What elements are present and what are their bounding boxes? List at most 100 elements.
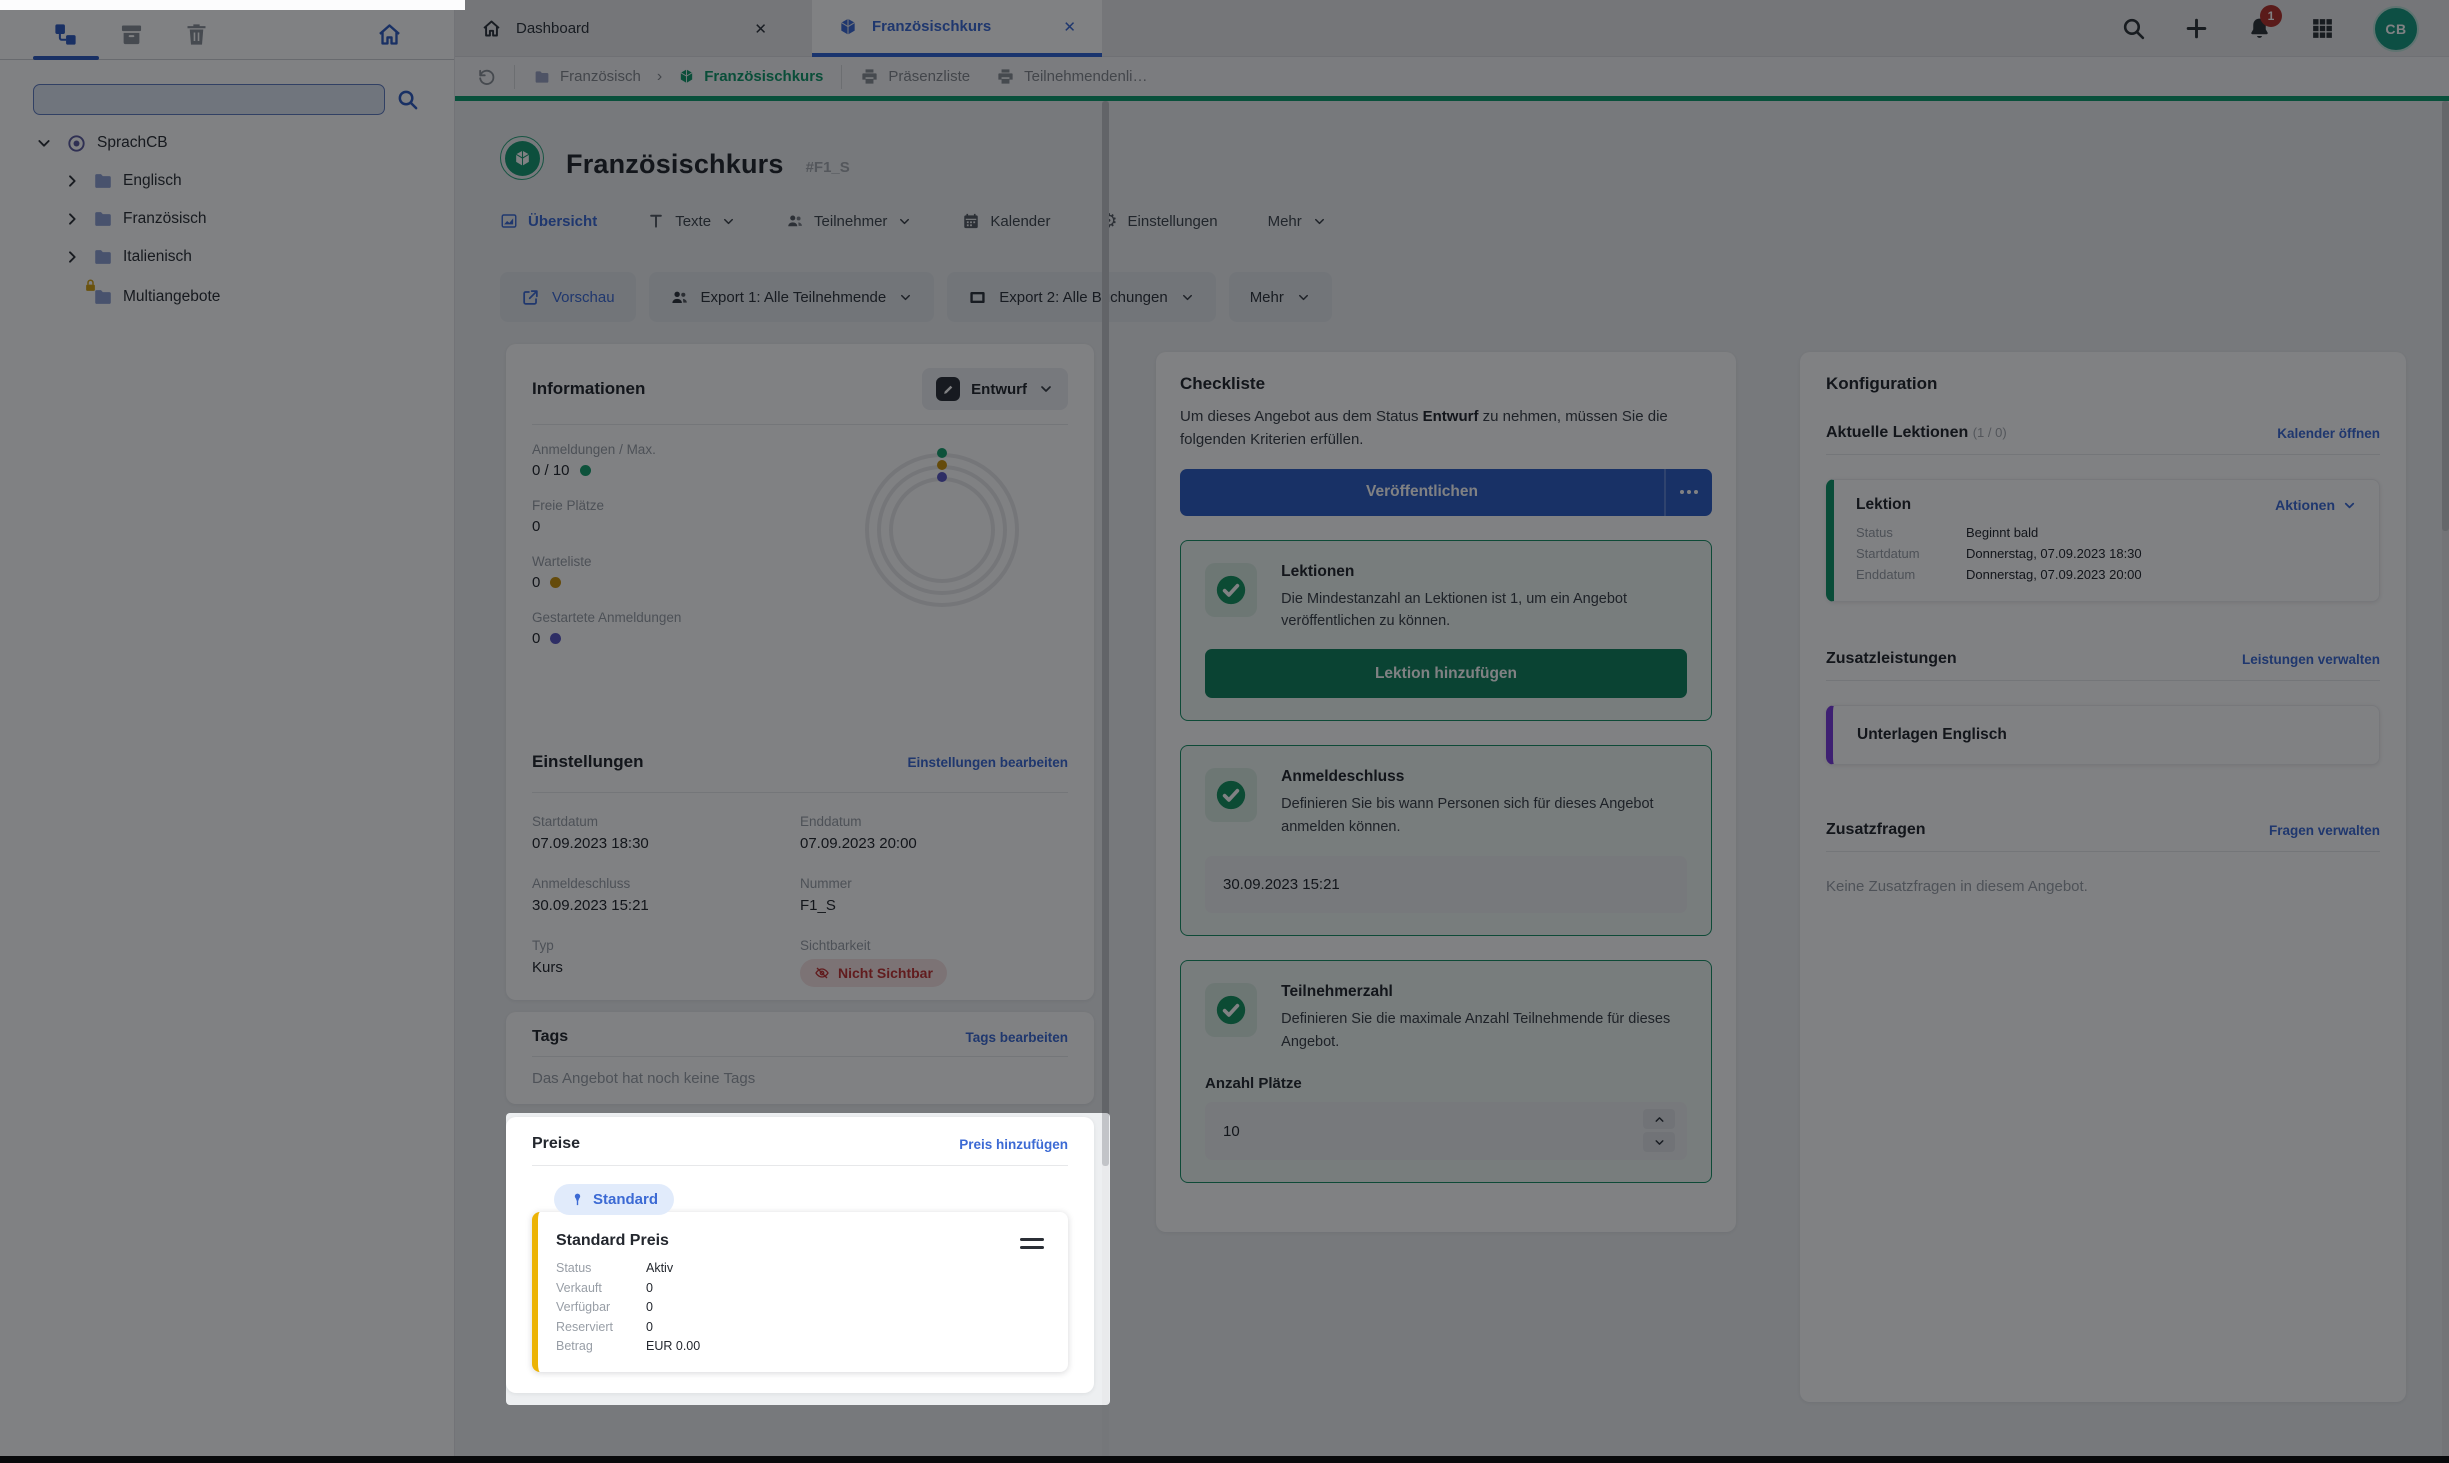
vorschau-button[interactable]: Vorschau	[500, 272, 636, 322]
card-icon	[968, 288, 987, 307]
print-praesenzliste[interactable]: Präsenzliste	[860, 67, 970, 86]
panel-title: Preise	[532, 1135, 581, 1152]
checklist-card-teilnehmerzahl: Teilnehmerzahl Definieren Sie die maxima…	[1180, 960, 1712, 1184]
accent-bar	[455, 96, 2449, 101]
tab-mehr[interactable]: Mehr	[1268, 213, 1327, 230]
offer-stats: Anmeldungen / Max. 0 / 10 Freie Plätze 0…	[532, 442, 681, 647]
breadcrumb-folder[interactable]: Französisch	[533, 68, 641, 86]
export2-button[interactable]: Export 2: Alle Buchungen	[947, 272, 1216, 322]
chevron-down-icon	[1180, 290, 1195, 305]
window-scrollbar-thumb[interactable]	[2442, 101, 2449, 531]
tab-teilnehmer[interactable]: Teilnehmer	[786, 212, 912, 230]
chevron-down-icon	[897, 214, 912, 229]
stat-value: 0	[532, 574, 541, 591]
donut-dot-green	[937, 448, 947, 458]
row-label: Status	[556, 1261, 592, 1275]
breadcrumb-current[interactable]: Französischkurs	[678, 68, 823, 85]
tree-item-label: Französisch	[123, 210, 207, 227]
home-icon	[481, 18, 502, 39]
status-dropdown[interactable]: Entwurf	[922, 368, 1068, 410]
amber-dot	[550, 577, 562, 588]
informationen-panel: Informationen Entwurf Anmeldungen / Max.…	[506, 344, 1094, 1000]
card-title: Teilnehmerzahl	[1281, 983, 1393, 1001]
close-icon[interactable]: ✕	[754, 20, 767, 38]
drag-handle-icon[interactable]	[1020, 1238, 1044, 1254]
search-icon[interactable]	[396, 88, 419, 111]
tree-view-icon[interactable]	[52, 21, 79, 48]
leistungen-verwalten-link[interactable]: Leistungen verwalten	[2242, 652, 2380, 667]
tree-item-multiangebote[interactable]: Multiangebote	[0, 276, 454, 318]
breadcrumb-folder-label: Französisch	[560, 68, 641, 85]
fragen-verwalten-link[interactable]: Fragen verwalten	[2269, 823, 2380, 838]
veroeffentlichen-button[interactable]: Veröffentlichen	[1180, 468, 1664, 516]
column-scrollbar-thumb[interactable]	[1102, 101, 1109, 1166]
breadcrumb-separator	[514, 64, 515, 89]
row-label: Verfügbar	[556, 1300, 611, 1314]
tags-bearbeiten-link[interactable]: Tags bearbeiten	[965, 1030, 1068, 1045]
history-back-icon[interactable]	[476, 67, 496, 87]
close-icon[interactable]: ✕	[1063, 18, 1076, 36]
veroeffentlichen-split-button[interactable]: Veröffentlichen	[1180, 468, 1712, 516]
trash-icon[interactable]	[183, 21, 210, 48]
export1-button[interactable]: Export 1: Alle Teilnehmende	[648, 272, 935, 322]
field-value: F1_S	[800, 897, 836, 914]
avatar[interactable]: CB	[2373, 5, 2419, 52]
sidebar-search-input[interactable]	[33, 84, 385, 115]
tab-dashboard[interactable]: Dashboard ✕	[455, 0, 793, 57]
zusatzfragen-empty-text: Keine Zusatzfragen in diesem Angebot.	[1826, 878, 2088, 895]
stat-freie-plaetze: Freie Plätze 0	[532, 498, 681, 535]
row-value: 0	[646, 1319, 653, 1334]
panel-title: Checkliste	[1180, 374, 1266, 393]
sidebar-tree: SprachCB Englisch Französisch Italienisc…	[0, 124, 454, 318]
external-link-icon	[521, 288, 540, 307]
print-teilnehmendenliste[interactable]: Teilnehmendenli…	[996, 67, 1148, 86]
tab-uebersicht[interactable]: Übersicht	[500, 212, 597, 230]
tree-root-sprachcb[interactable]: SprachCB	[0, 124, 454, 162]
publish-more-button[interactable]	[1666, 468, 1712, 516]
mehr-button[interactable]: Mehr	[1228, 272, 1332, 322]
stepper-up-icon[interactable]	[1643, 1109, 1675, 1130]
card-title: Unterlagen Englisch	[1857, 726, 2007, 743]
tab-texte[interactable]: Texte	[647, 212, 736, 230]
print-link-label: Teilnehmendenli…	[1024, 68, 1148, 85]
chart-icon	[500, 212, 518, 230]
tree-item-italienisch[interactable]: Italienisch	[0, 238, 454, 276]
tab-franzoesischkurs[interactable]: Französischkurs ✕	[812, 0, 1102, 57]
tree-item-englisch[interactable]: Englisch	[0, 162, 454, 200]
anmeldeschluss-date-input[interactable]	[1205, 856, 1687, 914]
chevron-down-icon	[721, 214, 736, 229]
tab-kalender[interactable]: Kalender	[962, 212, 1050, 230]
active-tool-underline	[33, 56, 99, 60]
chevron-right-icon[interactable]	[64, 211, 80, 227]
stepper-down-icon[interactable]	[1643, 1132, 1675, 1153]
lektion-row: Status Beginnt bald	[1856, 522, 2357, 543]
notifications-bell-icon[interactable]: 1	[2247, 5, 2282, 41]
tree-item-franzoesisch[interactable]: Französisch	[0, 200, 454, 238]
zusatzleistung-card[interactable]: Unterlagen Englisch	[1826, 705, 2380, 765]
row-value: 0	[646, 1280, 653, 1295]
chevron-right-icon[interactable]	[64, 173, 80, 189]
home-icon[interactable]	[376, 21, 403, 48]
folder-icon	[92, 170, 114, 192]
apps-grid-icon[interactable]	[2310, 16, 2335, 41]
search-icon[interactable]	[2121, 16, 2146, 41]
tab-einstellungen[interactable]: ⚙ Einstellungen	[1100, 212, 1217, 231]
plus-icon[interactable]	[2184, 16, 2209, 41]
breadcrumb-chevron: ›	[656, 67, 663, 85]
lektion-hinzufuegen-button[interactable]: Lektion hinzufügen	[1205, 649, 1687, 699]
preis-hinzufuegen-link[interactable]: Preis hinzufügen	[959, 1137, 1068, 1152]
einstellungen-bearbeiten-link[interactable]: Einstellungen bearbeiten	[907, 755, 1068, 770]
section-title: Zusatzleistungen	[1826, 650, 1957, 667]
anzahl-plaetze-input[interactable]	[1205, 1102, 1687, 1161]
folder-icon	[92, 208, 114, 230]
button-label: Mehr	[1249, 288, 1284, 306]
check-tile	[1205, 562, 1258, 617]
archive-icon[interactable]	[118, 21, 145, 48]
chevron-right-icon[interactable]	[64, 249, 80, 265]
aktionen-dropdown[interactable]: Aktionen	[2275, 497, 2357, 513]
kalender-oeffnen-link[interactable]: Kalender öffnen	[2277, 426, 2380, 441]
tab-label: Texte	[675, 212, 712, 230]
section-title: Aktuelle Lektionen	[1826, 424, 1969, 441]
bottom-edge-strip	[0, 1456, 2449, 1463]
chevron-down-icon[interactable]	[36, 135, 52, 151]
